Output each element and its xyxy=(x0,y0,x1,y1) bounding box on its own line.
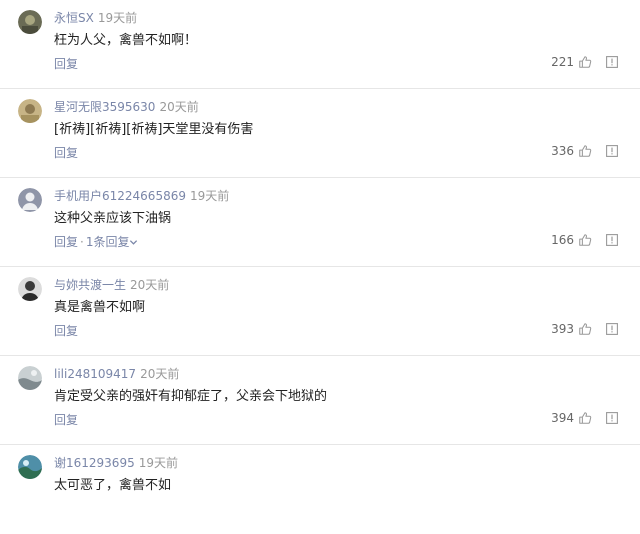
like-count: 221 xyxy=(551,55,574,69)
thumbs-up-icon[interactable] xyxy=(578,144,592,158)
avatar[interactable] xyxy=(18,277,42,301)
comment-text: 太可恶了，禽兽不如 xyxy=(54,478,172,493)
comment-text: 枉为人父，禽兽不如啊！ xyxy=(54,33,198,48)
comment-item: 永恒SX 19天前 枉为人父，禽兽不如啊！ 回复 221 xyxy=(0,0,640,89)
comment-text: 真是禽兽不如啊 xyxy=(54,300,146,315)
comment-time: 19天前 xyxy=(138,456,178,470)
reply-button[interactable]: 回复 xyxy=(54,324,78,338)
report-icon[interactable] xyxy=(606,145,618,157)
like-count: 393 xyxy=(551,322,574,336)
avatar[interactable] xyxy=(18,455,42,479)
comment-time: 20天前 xyxy=(140,367,180,381)
comment-text: 肯定受父亲的强奸有抑郁症了，父亲会下地狱的 xyxy=(54,389,328,404)
report-icon[interactable] xyxy=(606,56,618,68)
like-count: 166 xyxy=(551,233,574,247)
comment-list: 永恒SX 19天前 枉为人父，禽兽不如啊！ 回复 221 星河无限3595630 2… xyxy=(0,0,640,534)
comment-username[interactable]: 谢161293695 xyxy=(54,456,135,470)
comment-item: 与妳共渡一生 20天前 真是禽兽不如啊 回复 393 xyxy=(0,267,640,356)
thumbs-up-icon[interactable] xyxy=(578,233,592,247)
comment-username[interactable]: 手机用户61224665869 xyxy=(54,189,186,203)
report-icon[interactable] xyxy=(606,412,618,424)
comment-item: 手机用户61224665869 19天前 这种父亲应该下油锅 回复 · 1条回复 16… xyxy=(0,178,640,267)
comment-item: 谢161293695 19天前 太可恶了，禽兽不如 xyxy=(0,445,640,534)
reply-button[interactable]: 回复 xyxy=(54,57,78,71)
comment-text: [祈祷][祈祷][祈祷]天堂里没有伤害 xyxy=(54,122,254,137)
comment-item: 星河无限3595630 20天前 [祈祷][祈祷][祈祷]天堂里没有伤害 回复 3… xyxy=(0,89,640,178)
comment-username[interactable]: 星河无限3595630 xyxy=(54,100,155,114)
comment-time: 19天前 xyxy=(189,189,230,203)
comment-username[interactable]: 与妳共渡一生 xyxy=(54,278,126,292)
report-icon[interactable] xyxy=(606,323,618,335)
comment-time: 20天前 xyxy=(159,100,199,114)
like-count: 336 xyxy=(551,144,574,158)
reply-button[interactable]: 回复 xyxy=(54,235,78,249)
chevron-down-icon xyxy=(130,240,138,245)
thumbs-up-icon[interactable] xyxy=(578,55,592,69)
comment-item: lili248109417 20天前 肯定受父亲的强奸有抑郁症了，父亲会下地狱的 … xyxy=(0,356,640,445)
comment-time: 19天前 xyxy=(97,11,138,25)
separator-dot: · xyxy=(80,235,84,249)
comment-username[interactable]: 永恒SX xyxy=(54,11,94,25)
reply-button[interactable]: 回复 xyxy=(54,413,78,427)
view-replies-button[interactable]: 1条回复 xyxy=(86,235,139,249)
report-icon[interactable] xyxy=(606,234,618,246)
thumbs-up-icon[interactable] xyxy=(578,411,592,425)
thumbs-up-icon[interactable] xyxy=(578,322,592,336)
avatar[interactable] xyxy=(18,99,42,123)
like-count: 394 xyxy=(551,411,574,425)
comment-username[interactable]: lili248109417 xyxy=(54,367,136,381)
replies-count-label: 1条回复 xyxy=(85,235,130,249)
comment-text: 这种父亲应该下油锅 xyxy=(54,211,172,226)
avatar[interactable] xyxy=(18,188,42,212)
comment-time: 20天前 xyxy=(130,278,170,292)
avatar[interactable] xyxy=(18,10,42,34)
avatar[interactable] xyxy=(18,366,42,390)
reply-button[interactable]: 回复 xyxy=(54,146,78,160)
